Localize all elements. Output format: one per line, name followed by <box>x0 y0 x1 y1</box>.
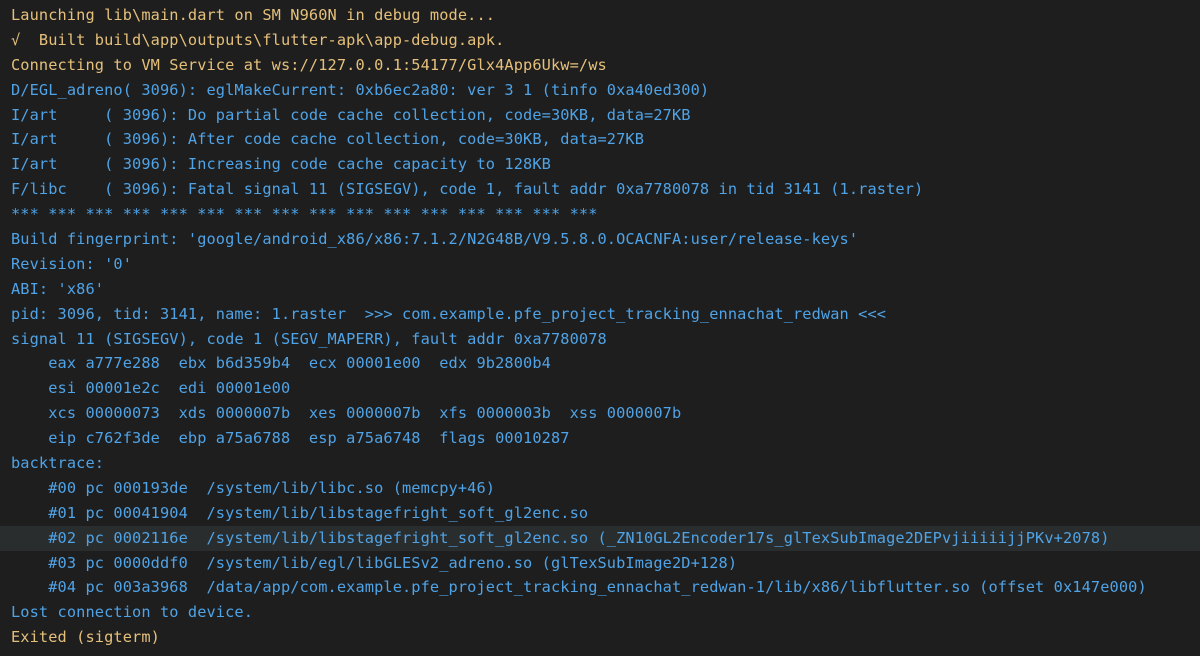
console-line: signal 11 (SIGSEGV), code 1 (SEGV_MAPERR… <box>11 329 607 348</box>
debug-console-output[interactable]: Launching lib\main.dart on SM N960N in d… <box>0 0 1200 656</box>
console-line: I/art ( 3096): After code cache collecti… <box>11 130 645 149</box>
console-line: eip c762f3de ebp a75a6788 esp a75a6748 f… <box>11 429 570 448</box>
console-line: #00 pc 000193de /system/lib/libc.so (mem… <box>11 478 496 497</box>
console-line: D/EGL_adreno( 3096): eglMakeCurrent: 0xb… <box>11 80 710 99</box>
console-line: eax a777e288 ebx b6d359b4 ecx 00001e00 e… <box>11 354 551 373</box>
console-line: esi 00001e2c edi 00001e00 <box>11 379 291 398</box>
console-line: Launching lib\main.dart on SM N960N in d… <box>11 6 496 24</box>
console-line: xcs 00000073 xds 0000007b xes 0000007b x… <box>11 404 682 423</box>
console-line: backtrace: <box>11 454 105 473</box>
console-line: Exited (sigterm) <box>11 628 160 647</box>
console-line: #03 pc 0000ddf0 /system/lib/egl/libGLESv… <box>11 553 738 572</box>
console-line: √ Built build\app\outputs\flutter-apk\ap… <box>11 30 505 49</box>
console-line: *** *** *** *** *** *** *** *** *** *** … <box>11 205 598 224</box>
console-line: Lost connection to device. <box>11 603 254 622</box>
console-line: F/libc ( 3096): Fatal signal 11 (SIGSEGV… <box>11 180 924 199</box>
console-line: ABI: 'x86' <box>11 279 105 298</box>
console-line: pid: 3096, tid: 3141, name: 1.raster >>>… <box>11 304 887 323</box>
console-line: #02 pc 0002116e /system/lib/libstagefrig… <box>0 525 1200 551</box>
console-line: Build fingerprint: 'google/android_x86/x… <box>11 230 859 249</box>
console-line: I/art ( 3096): Do partial code cache col… <box>11 105 691 124</box>
console-line: Revision: '0' <box>11 254 133 273</box>
console-line: I/art ( 3096): Increasing code cache cap… <box>11 155 551 174</box>
console-line: #04 pc 003a3968 /data/app/com.example.pf… <box>11 578 1147 597</box>
console-line: Connecting to VM Service at ws://127.0.0… <box>11 55 607 74</box>
console-line: #01 pc 00041904 /system/lib/libstagefrig… <box>11 503 589 522</box>
